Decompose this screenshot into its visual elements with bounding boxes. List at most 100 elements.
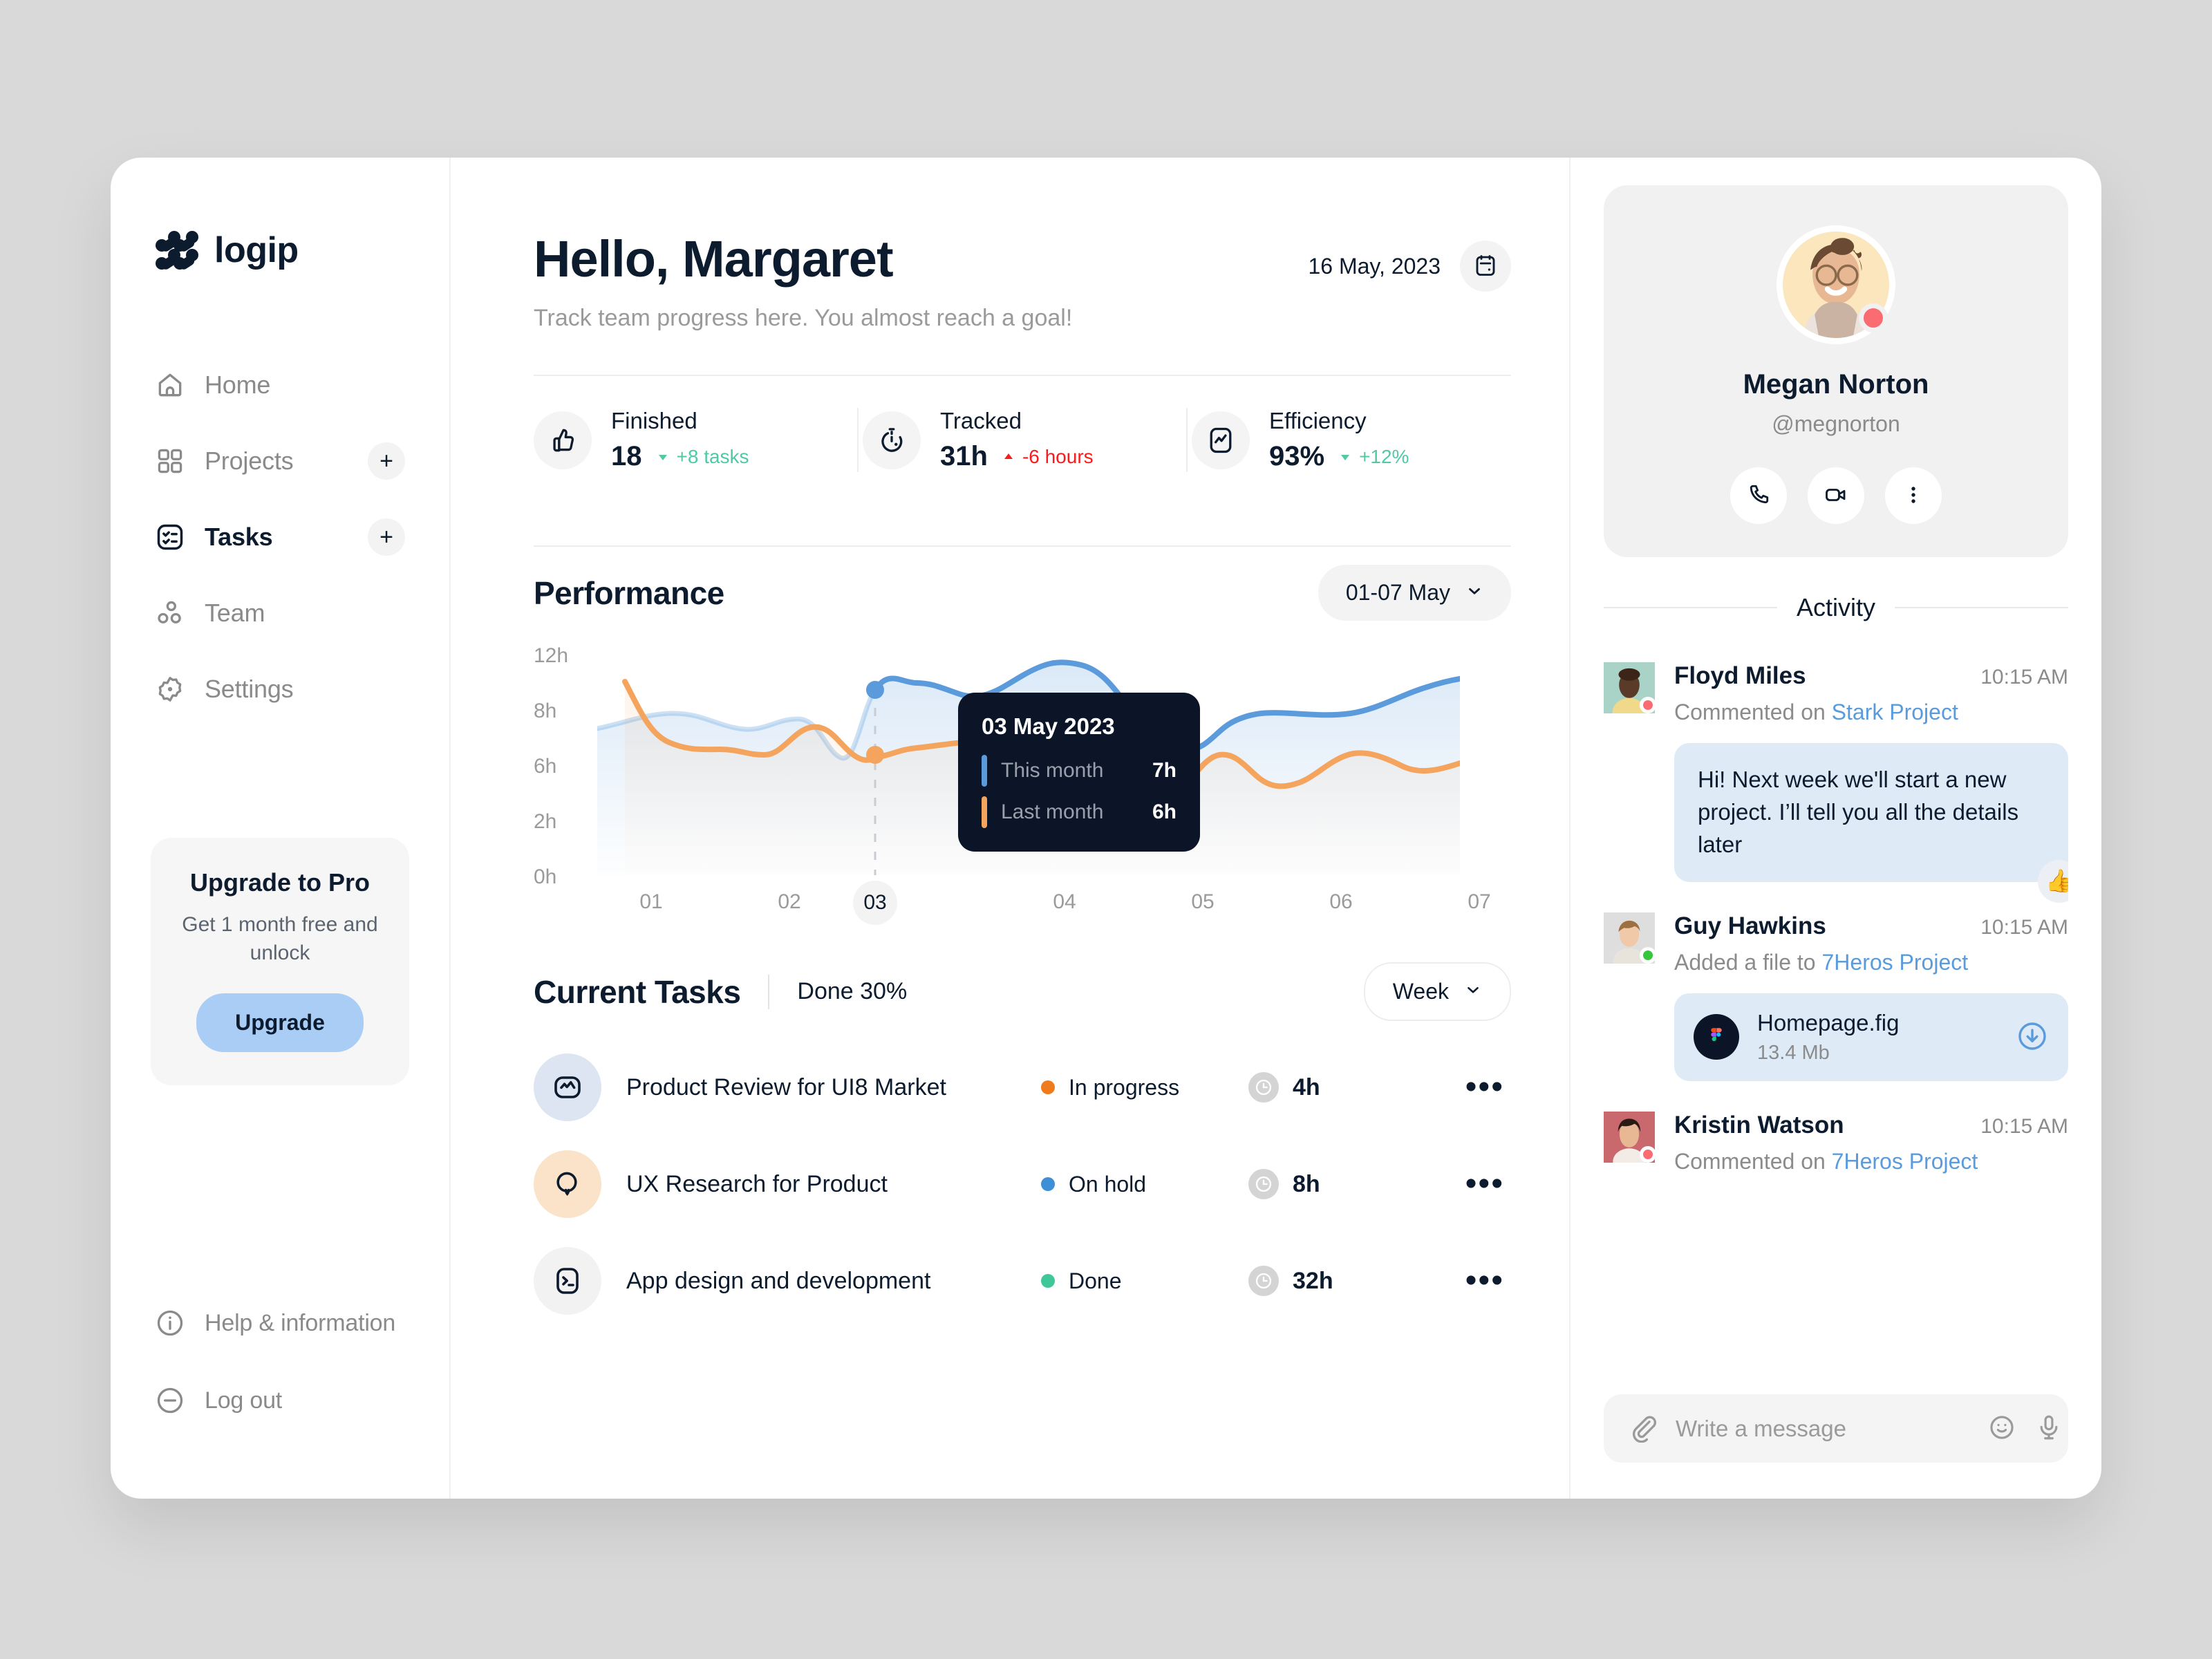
voice-button[interactable] <box>2034 1413 2063 1444</box>
brand[interactable]: logip <box>111 229 449 271</box>
online-status-dot <box>1640 946 1656 964</box>
sidebar-item-projects[interactable]: Projects + <box>111 423 449 499</box>
chart-x-axis: 01 02 03 04 05 06 07 <box>597 881 1491 932</box>
task-menu-button[interactable]: ••• <box>1459 1168 1511 1201</box>
date-range-dropdown[interactable]: 01-07 May <box>1318 565 1511 621</box>
y-tick: 12h <box>534 644 569 667</box>
tasks-period-dropdown[interactable]: Week <box>1363 962 1511 1021</box>
activity-user-name: Kristin Watson <box>1674 1111 1844 1138</box>
tooltip-date: 03 May 2023 <box>982 713 1115 739</box>
tasks-icon <box>155 522 185 552</box>
table-row[interactable]: Product Review for UI8 Market In progres… <box>534 1039 1511 1136</box>
gear-icon <box>155 674 185 704</box>
search-input[interactable] <box>1676 1415 1969 1442</box>
thumbs-up-reaction-icon[interactable]: 👍 <box>2038 859 2068 903</box>
tasks-divider <box>768 974 770 1009</box>
upgrade-title: Upgrade to Pro <box>189 868 370 897</box>
team-icon <box>155 598 185 628</box>
status-dot <box>1041 1177 1055 1191</box>
performance-section: Performance 01-07 May 12h 8h 6h 2h 0h 03… <box>534 565 1511 925</box>
sidebar-item-settings[interactable]: Settings <box>111 651 449 727</box>
main-navigation: Home Projects + Tasks + Team Settings <box>111 347 449 727</box>
sidebar-item-team[interactable]: Team <box>111 575 449 651</box>
more-button[interactable] <box>1885 467 1942 524</box>
online-status-dot <box>1859 303 1888 332</box>
status-badge: Done <box>1041 1268 1248 1294</box>
x-tick-active: 03 <box>853 881 897 925</box>
sidebar-item-label: Settings <box>205 675 294 703</box>
task-time: 32h <box>1248 1266 1400 1296</box>
status-label: On hold <box>1069 1171 1147 1197</box>
stat-divider <box>1186 408 1188 472</box>
download-icon <box>2016 1020 2049 1055</box>
download-button[interactable] <box>2016 1020 2049 1055</box>
upgrade-button[interactable]: Upgrade <box>196 993 364 1052</box>
sidebar-item-home[interactable]: Home <box>111 347 449 423</box>
figma-icon <box>1694 1014 1739 1060</box>
profile-handle: @megnorton <box>1772 411 1900 436</box>
task-menu-button[interactable]: ••• <box>1459 1071 1511 1104</box>
task-menu-button[interactable]: ••• <box>1459 1264 1511 1297</box>
activity-message: Hi! Next week we'll start a new project.… <box>1674 743 2068 903</box>
chart-tooltip: 03 May 2023 This month 7h Last month 6h <box>958 693 1200 852</box>
task-duration: 4h <box>1293 1074 1320 1100</box>
upgrade-subtitle: Get 1 month free and unlock <box>182 913 378 964</box>
right-panel: Megan Norton @megnorton Activity Floyd M… <box>1569 158 2101 1499</box>
more-vertical-icon <box>1901 482 1926 509</box>
x-tick: 06 <box>1329 890 1353 913</box>
call-button[interactable] <box>1730 467 1787 524</box>
file-attachment[interactable]: Homepage.fig 13.4 Mb <box>1674 993 2068 1081</box>
upgrade-card: Upgrade to Pro Get 1 month free and unlo… <box>151 838 409 1085</box>
paperclip-icon <box>1627 1412 1658 1445</box>
chevron-down-icon <box>1464 979 1482 1004</box>
video-button[interactable] <box>1808 467 1864 524</box>
task-time: 4h <box>1248 1072 1400 1103</box>
online-status-dot <box>1640 697 1656 713</box>
file-size: 13.4 Mb <box>1757 1041 1830 1064</box>
avatar[interactable] <box>1777 225 1895 344</box>
app-window: logip Home Projects + Tasks + Team Setti… <box>111 158 2101 1499</box>
activity-project-link[interactable]: 7Heros Project <box>1832 1149 1978 1174</box>
x-tick: 04 <box>1053 890 1076 913</box>
activity-rule-left <box>1604 607 1777 608</box>
table-row[interactable]: App design and development Done 32h ••• <box>534 1232 1511 1329</box>
sidebar-item-label: Projects <box>205 447 294 475</box>
calendar-button[interactable] <box>1460 241 1511 292</box>
avatar[interactable] <box>1604 1111 1656 1174</box>
pulse-icon <box>1192 411 1250 469</box>
activity-header: Activity <box>1604 593 2069 622</box>
triangle-down-icon <box>1341 455 1350 460</box>
sidebar-item-help[interactable]: Help & information <box>111 1284 449 1362</box>
add-task-button[interactable]: + <box>368 518 405 556</box>
add-project-button[interactable]: + <box>368 442 405 480</box>
status-dot <box>1041 1080 1055 1094</box>
activity-title: Activity <box>1797 593 1876 621</box>
activity-project-link[interactable]: Stark Project <box>1832 700 1958 724</box>
tasks-done-percent: Done 30% <box>797 978 908 1004</box>
x-tick: 01 <box>639 890 663 913</box>
avatar[interactable] <box>1604 912 1656 975</box>
tooltip-series-label: Last month <box>1001 800 1104 823</box>
sidebar-item-tasks[interactable]: Tasks + <box>111 499 449 575</box>
activity-user-name: Guy Hawkins <box>1674 912 1826 939</box>
tooltip-series-value: 7h <box>1152 759 1177 782</box>
avatar[interactable] <box>1604 662 1656 727</box>
table-row[interactable]: UX Research for Product On hold 8h ••• <box>534 1136 1511 1232</box>
stat-label: Efficiency <box>1269 408 1367 433</box>
clock-icon <box>1248 1266 1279 1296</box>
task-duration: 8h <box>1293 1170 1320 1197</box>
search-icon <box>534 1150 601 1218</box>
activity-project-link[interactable]: 7Heros Project <box>1821 950 1968 975</box>
activity-feed: Floyd Miles 10:15 AM Commented on Stark … <box>1604 632 2068 1174</box>
sidebar-item-label: Team <box>205 599 265 627</box>
triangle-up-icon <box>1004 453 1013 459</box>
emoji-button[interactable] <box>1987 1413 2016 1444</box>
attach-button[interactable] <box>1627 1412 1658 1445</box>
sidebar-item-logout[interactable]: Log out <box>111 1362 449 1439</box>
timer-icon <box>863 411 921 469</box>
list-item: Kristin Watson 10:15 AM Commented on 7He… <box>1604 1111 2068 1174</box>
stat-divider <box>857 408 859 472</box>
activity-action: Commented on <box>1674 700 1832 724</box>
terminal-icon <box>534 1247 601 1315</box>
activity-user-name: Floyd Miles <box>1674 662 1806 689</box>
